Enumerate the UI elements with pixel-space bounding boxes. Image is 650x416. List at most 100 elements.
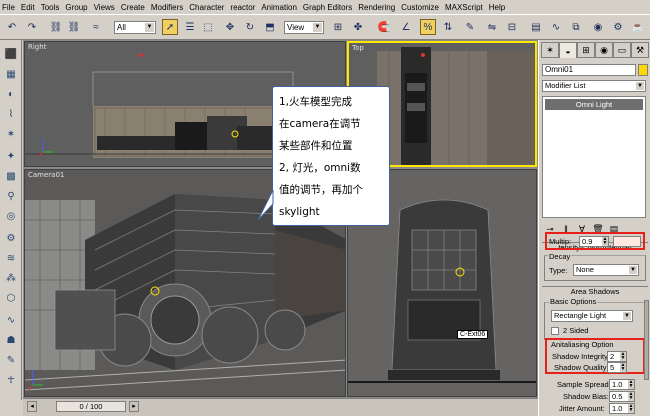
snap-toggle-icon[interactable]: 🧲 [376,19,392,35]
shadow-integrity-spinner[interactable]: 2 ▲ ▼ [607,351,627,362]
select-manipulate-icon[interactable]: ✤ [350,19,366,35]
angle-snap-icon[interactable]: ∠ [398,19,414,35]
spinner-arrows-icon[interactable]: ▲ ▼ [628,392,634,401]
menu-edit[interactable]: Edit [21,3,35,12]
modify-tab-icon[interactable]: ◒ [559,42,577,58]
time-next-icon[interactable]: ▸ [129,401,139,412]
spinner-arrows-icon[interactable]: ▲ ▼ [620,352,626,361]
region-select-icon[interactable]: ⬚ [200,19,216,35]
torus-icon[interactable]: ◎ [3,208,19,224]
menu-reactor[interactable]: reactor [230,3,255,12]
align-icon[interactable]: ⊟ [504,19,520,35]
pencil-icon[interactable]: ✎ [3,352,19,368]
material-editor-icon[interactable]: ◉ [590,19,606,35]
redo-icon[interactable]: ↷ [24,19,40,35]
bone-icon[interactable]: ⚲ [3,188,19,204]
select-by-name-icon[interactable]: ☰ [182,19,198,35]
layer-manager-icon[interactable]: ▤ [528,19,544,35]
menu-character[interactable]: Character [189,3,224,12]
antialiasing-title: Anitaliasing Option [551,340,614,349]
pivot-center-icon[interactable]: ⊞ [330,19,346,35]
menu-help[interactable]: Help [489,3,505,12]
particle-icon[interactable]: ⁂ [3,270,19,286]
spinner-arrows-icon[interactable]: ▲ ▼ [620,363,626,372]
basic-options-dropdown[interactable]: Rectangle Light ▼ [551,310,633,322]
select-scale-icon[interactable]: ⬒ [262,19,278,35]
wave-icon[interactable]: ∿ [3,312,19,328]
render-setup-icon[interactable]: ⚙ [610,19,626,35]
biped-walk-icon[interactable]: ☥ [3,372,19,388]
undo-icon[interactable]: ↶ [4,19,20,35]
select-object-icon[interactable]: ➚ [162,19,178,35]
mesh-icon[interactable]: ⬡ [3,290,19,306]
time-prev-icon[interactable]: ◂ [27,401,37,412]
time-slider[interactable]: 0 / 100 [56,401,126,412]
command-panel-scrollbar[interactable] [644,300,649,380]
menu-tools[interactable]: Tools [41,3,60,12]
light-icon[interactable]: ✦ [3,148,19,164]
area-shadows-rollout-title[interactable]: Area Shadows [542,286,648,296]
menu-customize[interactable]: Customize [401,3,439,12]
modifier-list-dropdown[interactable]: Modifier List ▼ [542,80,646,92]
sphere-icon[interactable]: ◐ [3,86,19,102]
grid-icon[interactable]: ▩ [3,168,19,184]
shadow-quality-spinner[interactable]: 5 ▲ ▼ [607,362,627,373]
shadow-integrity-value: 2 [610,352,615,361]
jitter-amount-spinner[interactable]: 1.0 ▲ ▼ [609,403,635,414]
two-sided-checkbox[interactable] [551,327,559,335]
spring-icon[interactable]: ≋ [3,250,19,266]
reference-coordinate-dropdown[interactable]: View ▼ [284,21,324,34]
menu-create[interactable]: Create [121,3,145,12]
chevron-down-icon: ▼ [623,312,631,320]
array-icon[interactable]: ▦ [3,66,19,82]
basic-options-title: Basic Options [549,297,598,306]
motion-tab-icon[interactable]: ◉ [595,42,613,58]
top-viewport-label: Top [352,44,364,52]
select-rotate-icon[interactable]: ↻ [242,19,258,35]
utilities-tab-icon[interactable]: ⚒ [631,42,649,58]
multiplier-color-swatch[interactable] [613,236,641,247]
link-icon[interactable]: ⛓ [48,19,64,35]
gear-icon[interactable]: ⚙ [3,230,19,246]
schematic-view-icon[interactable]: ⧉ [568,19,584,35]
menu-file[interactable]: File [2,3,15,12]
decay-type-dropdown[interactable]: None ▼ [573,264,639,276]
select-move-icon[interactable]: ✥ [222,19,238,35]
helix-icon[interactable]: ⌇ [3,106,19,122]
percent-snap-icon[interactable]: % [420,19,436,35]
menu-views[interactable]: Views [94,3,115,12]
display-tab-icon[interactable]: ▭ [613,42,631,58]
star-icon[interactable]: ✶ [3,126,19,142]
chevron-down-icon: ▼ [145,23,154,32]
object-name-field[interactable]: Omni01 [542,64,636,76]
hierarchy-tab-icon[interactable]: ⊞ [577,42,595,58]
box-icon[interactable]: ⬛ [3,46,19,62]
spinner-arrows-icon[interactable]: ▲ ▼ [628,404,634,413]
spinner-arrows-icon[interactable]: ▲ ▼ [628,380,634,389]
annotation-callout: 1,火车模型完成 在camera在调节 某些部件和位置 2, 灯光，omni数 … [272,86,390,226]
stack-item-omni-light[interactable]: Omni Light [545,99,643,110]
mirror-icon[interactable]: ⇋ [484,19,500,35]
menu-maxscript[interactable]: MAXScript [445,3,483,12]
bind-space-warp-icon[interactable]: ≈ [88,19,104,35]
menu-modifiers[interactable]: Modifiers [151,3,183,12]
sample-spread-label: Sample Spread: [557,380,611,389]
menu-rendering[interactable]: Rendering [358,3,395,12]
quick-render-icon[interactable]: ☕ [630,19,646,35]
callout-line: 值的调节，再加个 [279,184,363,196]
named-selection-icon[interactable]: ✎ [462,19,478,35]
multiplier-spinner[interactable]: 0.9 ▲ ▼ [579,236,609,247]
biped-icon[interactable]: ☗ [3,332,19,348]
create-tab-icon[interactable]: ✶ [541,42,559,58]
selection-filter-dropdown[interactable]: All ▼ [114,21,156,34]
spinner-arrows-icon[interactable]: ▲ ▼ [602,237,608,246]
sample-spread-spinner[interactable]: 1.0 ▲ ▼ [609,379,635,390]
curve-editor-icon[interactable]: ∿ [548,19,564,35]
menu-group[interactable]: Group [65,3,87,12]
object-color-swatch[interactable] [638,64,648,76]
shadow-bias-spinner[interactable]: 0.5 ▲ ▼ [609,391,635,402]
menu-animation[interactable]: Animation [261,3,297,12]
menu-graph-editors[interactable]: Graph Editors [303,3,352,12]
unlink-icon[interactable]: ⛓ [66,19,82,35]
spinner-snap-icon[interactable]: ⇅ [440,19,456,35]
